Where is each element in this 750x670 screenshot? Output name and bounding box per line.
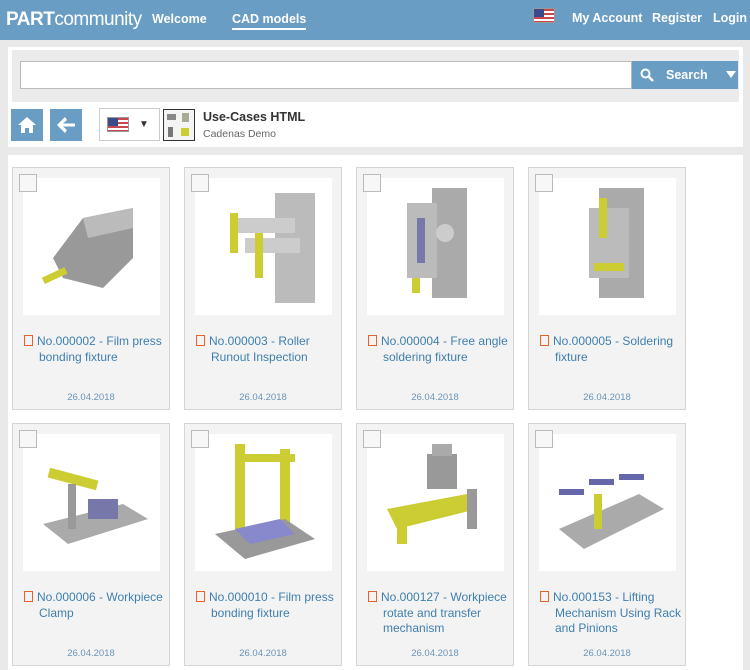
catalog-image [167, 113, 189, 137]
logo-bold: PART [6, 9, 55, 30]
catalog-badge-icon [363, 430, 381, 448]
catalog-badge-icon [363, 174, 381, 192]
document-icon [540, 591, 549, 602]
model-title-link[interactable]: No.000004 - Free angle soldering fixture [368, 334, 513, 365]
model-date: 26.04.2018 [67, 648, 115, 659]
catalog-badge-icon [191, 430, 209, 448]
model-card[interactable]: No.000006 - Workpiece Clamp 26.04.2018 [12, 423, 170, 666]
model-preview-image[interactable] [535, 174, 676, 315]
top-nav-bar: PARTcommunity Welcome CAD models My Acco… [0, 0, 750, 40]
cad-model-image [215, 444, 315, 559]
model-card[interactable]: No.000127 - Workpiece rotate and transfe… [356, 423, 514, 666]
search-bar: Search [12, 50, 739, 102]
catalog-badge-icon [191, 174, 209, 192]
cad-model-image [589, 188, 644, 298]
cad-model-image [559, 474, 664, 549]
model-title: No.000153 - Lifting Mechanism Using Rack… [553, 590, 682, 635]
home-icon [18, 117, 36, 133]
model-card[interactable]: No.000002 - Film press bonding fixture 2… [12, 167, 170, 410]
language-select[interactable]: ▼ [99, 108, 160, 141]
logo[interactable]: PARTcommunity [6, 9, 142, 31]
catalog-title: Use-Cases HTML [203, 110, 306, 124]
model-title: No.000005 - Soldering fixture [553, 334, 674, 364]
nav-login[interactable]: Login [713, 11, 747, 25]
us-flag-icon[interactable] [533, 8, 555, 23]
back-button[interactable] [50, 109, 82, 141]
cad-model-image [387, 444, 477, 544]
model-title-link[interactable]: No.000127 - Workpiece rotate and transfe… [368, 590, 513, 637]
nav-cad-models[interactable]: CAD models [232, 12, 307, 30]
model-title: No.000127 - Workpiece rotate and transfe… [381, 590, 507, 635]
cad-model-image [43, 467, 148, 544]
model-title: No.000006 - Workpiece Clamp [37, 590, 163, 620]
catalog-badge-icon [535, 430, 553, 448]
model-card[interactable]: No.000153 - Lifting Mechanism Using Rack… [528, 423, 686, 666]
chevron-down-icon[interactable] [725, 71, 736, 79]
nav-welcome[interactable]: Welcome [152, 12, 207, 26]
cad-model-image [230, 193, 315, 303]
model-title-link[interactable]: No.000153 - Lifting Mechanism Using Rack… [540, 590, 685, 637]
model-title-link[interactable]: No.000005 - Soldering fixture [540, 334, 685, 365]
model-title-link[interactable]: No.000010 - Film press bonding fixture [196, 590, 341, 621]
document-icon [368, 335, 377, 346]
model-date: 26.04.2018 [583, 648, 631, 659]
model-title: No.000002 - Film press bonding fixture [37, 334, 162, 364]
document-icon [368, 591, 377, 602]
model-date: 26.04.2018 [239, 392, 287, 403]
us-flag-icon [107, 117, 129, 132]
document-icon [196, 591, 205, 602]
document-icon [540, 335, 549, 346]
model-preview-image[interactable] [535, 430, 676, 571]
model-date: 26.04.2018 [411, 392, 459, 403]
model-title-link[interactable]: No.000002 - Film press bonding fixture [24, 334, 169, 365]
model-date: 26.04.2018 [411, 648, 459, 659]
model-title: No.000010 - Film press bonding fixture [209, 590, 334, 620]
model-card[interactable]: No.000010 - Film press bonding fixture 2… [184, 423, 342, 666]
catalog-badge-icon [19, 174, 37, 192]
model-title: No.000003 - Roller Runout Inspection [209, 334, 310, 364]
catalog-subtitle: Cadenas Demo [203, 128, 276, 140]
model-preview-image[interactable] [363, 430, 504, 571]
model-date: 26.04.2018 [67, 392, 115, 403]
nav-my-account[interactable]: My Account [572, 11, 642, 25]
model-preview-image[interactable] [363, 174, 504, 315]
caret-down-icon: ▼ [139, 119, 149, 130]
home-button[interactable] [11, 109, 43, 141]
search-icon [640, 68, 654, 82]
catalog-badge-icon [535, 174, 553, 192]
model-title-link[interactable]: No.000003 - Roller Runout Inspection [196, 334, 341, 365]
model-card[interactable]: No.000003 - Roller Runout Inspection 26.… [184, 167, 342, 410]
logo-light: community [54, 9, 142, 30]
model-card[interactable]: No.000005 - Soldering fixture 26.04.2018 [528, 167, 686, 410]
search-button[interactable]: Search [632, 61, 738, 89]
model-preview-image[interactable] [191, 430, 332, 571]
model-preview-image[interactable] [19, 430, 160, 571]
model-preview-image[interactable] [191, 174, 332, 315]
catalog-thumbnail[interactable] [163, 109, 195, 141]
search-panel: Search ▼ Use-Cases HTML Cadenas Demo [8, 47, 743, 147]
results-grid: No.000002 - Film press bonding fixture 2… [8, 155, 743, 670]
document-icon [196, 335, 205, 346]
model-card[interactable]: No.000004 - Free angle soldering fixture… [356, 167, 514, 410]
arrow-left-icon [57, 117, 75, 133]
model-title: No.000004 - Free angle soldering fixture [381, 334, 508, 364]
document-icon [24, 335, 33, 346]
cad-model-image [407, 188, 467, 298]
document-icon [24, 591, 33, 602]
cad-model-image [41, 208, 133, 288]
nav-register[interactable]: Register [652, 11, 702, 25]
model-preview-image[interactable] [19, 174, 160, 315]
model-date: 26.04.2018 [239, 648, 287, 659]
catalog-badge-icon [19, 430, 37, 448]
model-title-link[interactable]: No.000006 - Workpiece Clamp [24, 590, 169, 621]
search-input[interactable] [20, 61, 632, 89]
search-button-label: Search [666, 68, 708, 82]
model-date: 26.04.2018 [583, 392, 631, 403]
